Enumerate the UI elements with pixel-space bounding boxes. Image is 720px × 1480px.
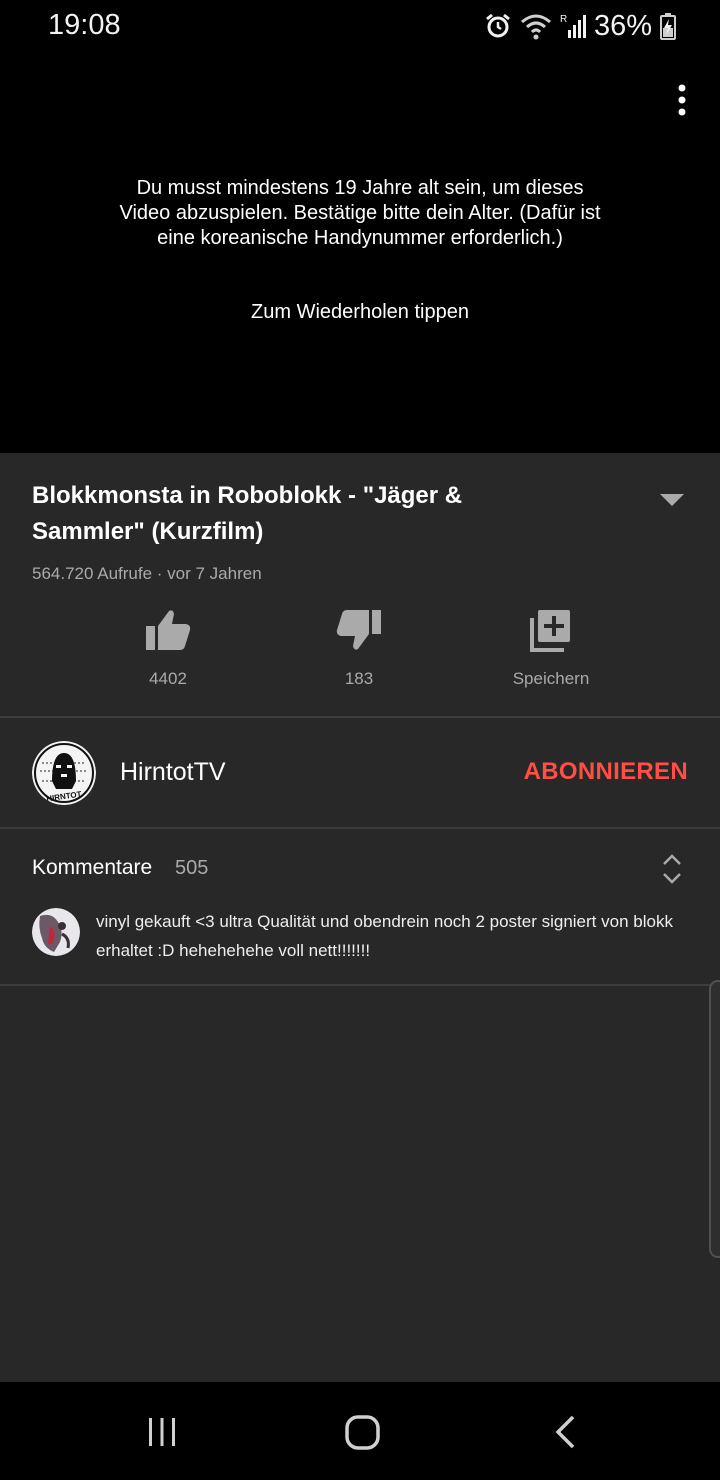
video-player[interactable]: Du musst mindestens 19 Jahre alt sein, u… [0, 52, 720, 453]
recents-icon[interactable] [138, 1408, 186, 1456]
playlist-add-icon [530, 610, 570, 652]
battery-charging-icon [660, 13, 676, 40]
thumbs-down-icon [336, 610, 381, 650]
divider [0, 984, 720, 986]
save-button[interactable]: Speichern [481, 608, 621, 698]
comments-count: 505 [175, 857, 209, 879]
divider [0, 827, 720, 829]
save-label: Speichern [512, 669, 590, 688]
system-nav-bar [0, 1382, 720, 1480]
comments-label[interactable]: Kommentare [32, 856, 152, 880]
wifi-icon [520, 14, 551, 40]
signal-icon: R [560, 14, 586, 38]
dislike-button[interactable]: 183 [289, 608, 429, 698]
unfold-icon[interactable] [661, 853, 683, 885]
more-vert-icon[interactable] [670, 82, 694, 118]
status-bar: 19:08 R 36% [0, 0, 720, 52]
subscribe-button[interactable]: ABONNIEREN [524, 758, 688, 786]
commenter-avatar[interactable] [32, 908, 80, 956]
retry-prompt[interactable]: Zum Wiederholen tippen [0, 301, 720, 324]
back-icon[interactable] [540, 1408, 588, 1456]
expand-down-icon[interactable] [658, 490, 686, 510]
channel-avatar[interactable]: HIRNTOT [32, 741, 96, 805]
video-meta: 564.720 Aufrufe · vor 7 Jahren [32, 564, 262, 583]
status-time: 19:08 [48, 9, 121, 41]
channel-logo-image: HIRNTOT [32, 741, 96, 805]
commenter-avatar-image [32, 908, 80, 956]
fast-scroll-handle[interactable] [709, 980, 720, 1258]
status-icons: R 36% [484, 8, 676, 44]
dislike-count: 183 [344, 669, 374, 688]
age-restriction-message: Du musst mindestens 19 Jahre alt sein, u… [119, 177, 601, 249]
svg-text:R: R [560, 14, 567, 25]
home-icon[interactable] [339, 1408, 387, 1456]
like-count: 4402 [149, 669, 187, 688]
thumbs-up-icon [146, 610, 191, 650]
divider [0, 716, 720, 718]
video-title: Blokkmonsta in Roboblokk - "Jäger & Samm… [32, 482, 463, 545]
top-comment-text[interactable]: vinyl gekauft <3 ultra Qualität und oben… [96, 907, 676, 965]
like-button[interactable]: 4402 [98, 608, 238, 698]
battery-percent: 36% [593, 9, 652, 42]
alarm-icon [486, 13, 510, 38]
channel-name[interactable]: HirntotTV [120, 758, 226, 787]
